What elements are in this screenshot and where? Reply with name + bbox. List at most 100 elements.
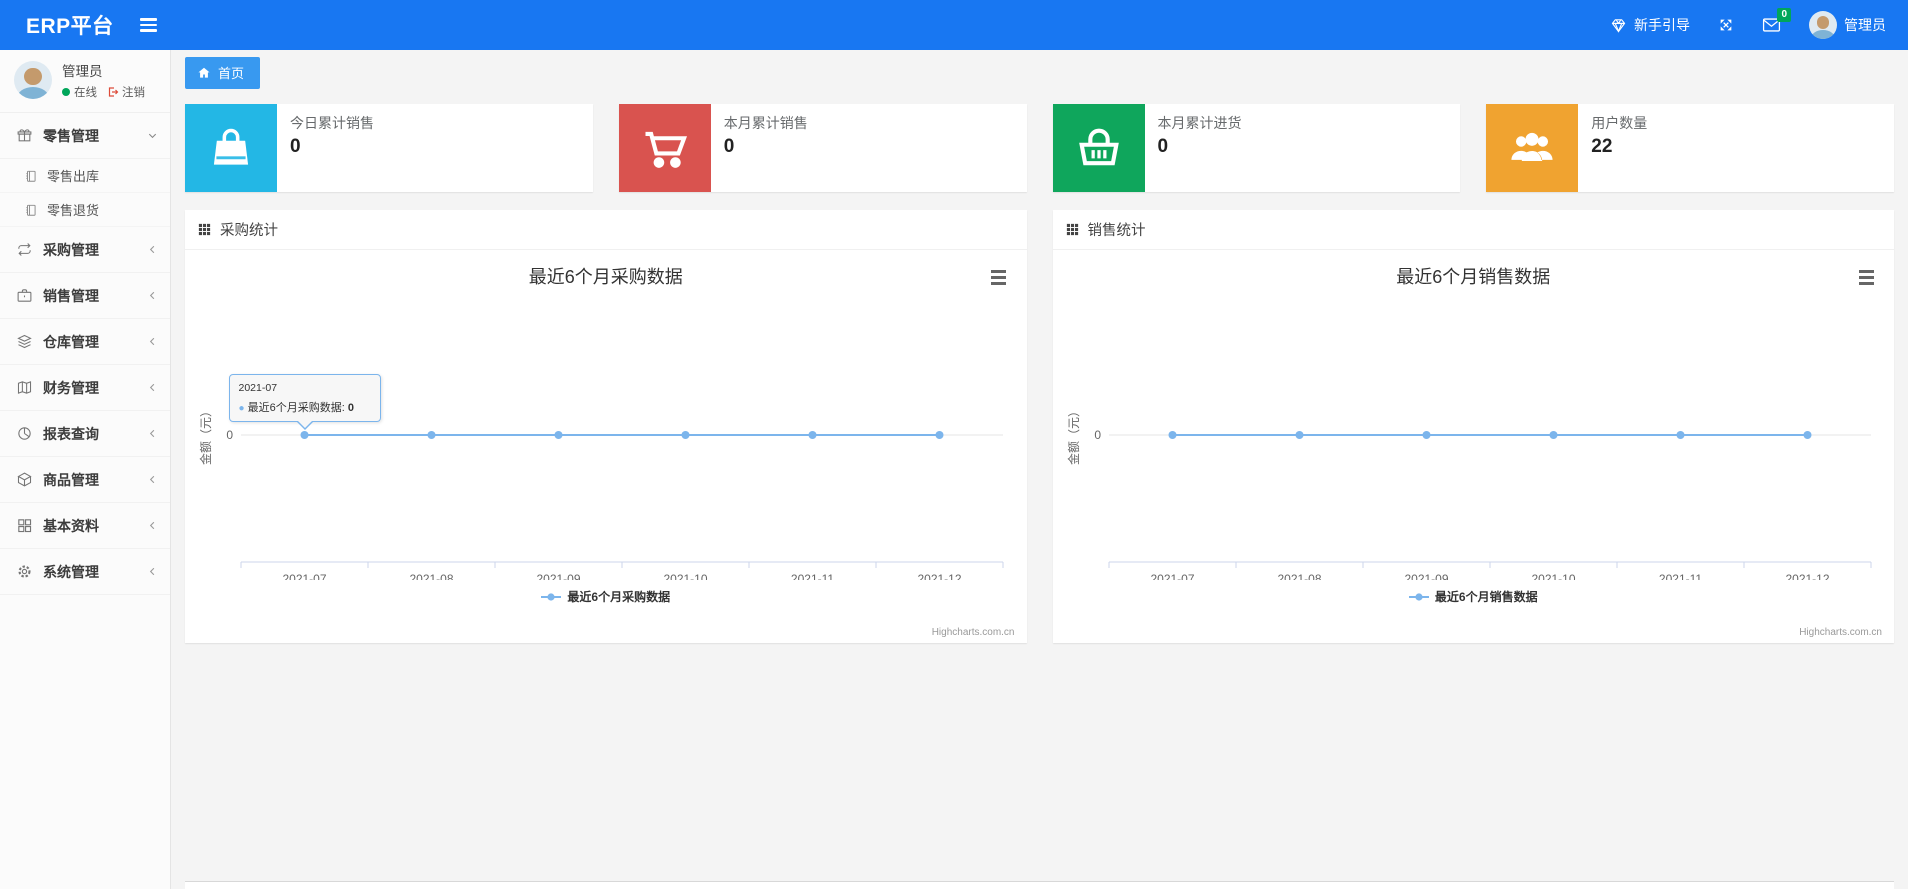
tooltip-value: 0: [347, 402, 354, 414]
chevron-left-icon: [149, 475, 155, 484]
sidebar-item-retail-return[interactable]: 零售退货: [0, 193, 170, 227]
stat-card-user-count: 用户数量 22: [1486, 104, 1894, 192]
shopping-basket-icon: [1078, 128, 1119, 166]
svg-text:2021-11: 2021-11: [791, 572, 834, 580]
sidebar-item-sales[interactable]: 销售管理: [0, 273, 170, 319]
stat-label: 本月累计销售: [723, 115, 808, 131]
logout-button[interactable]: 注销: [107, 84, 145, 100]
series-marker-dot: ●: [238, 403, 245, 414]
svg-text:2021-08: 2021-08: [1277, 572, 1321, 580]
chevron-down-icon: [148, 133, 157, 139]
repeat-icon: [18, 243, 31, 256]
sales-stats-panel: 销售统计 最近6个月销售数据 2021-07 2021-08 2021-09 2021…: [1052, 210, 1895, 643]
stat-label: 今日累计销售: [290, 115, 374, 131]
sidebar-user-name: 管理员: [62, 64, 103, 79]
legend-line-marker-icon: [541, 592, 562, 601]
sidebar: 管理员 在线 注销 零售管理 零售出库 零售退货 采购管理 销售管理 仓库管理 …: [0, 50, 171, 889]
panel-title: 采购统计: [220, 223, 278, 239]
sidebar-item-purchase[interactable]: 采购管理: [0, 227, 170, 273]
sign-out-icon: [108, 87, 119, 97]
purchase-chart: 最近6个月采购数据 2021-07 2021-08 2021-09 2021-10 20…: [185, 250, 1027, 643]
sidebar-item-basic-data[interactable]: 基本资料: [0, 503, 170, 549]
gift-icon: [17, 129, 32, 142]
legend-item[interactable]: 最近6个月采购数据: [185, 588, 1027, 605]
chevron-left-icon: [149, 383, 155, 392]
stat-card-month-sales: 本月累计销售 0: [618, 104, 1027, 192]
user-avatar: [1809, 11, 1837, 39]
chevron-left-icon: [149, 291, 155, 300]
stat-value: 22: [1591, 136, 1613, 157]
stat-cards-row: 今日累计销售 0 本月累计销售 0 本月累计进货 0 用户数量 22: [185, 104, 1894, 192]
guide-button[interactable]: 新手引导: [1596, 0, 1704, 50]
panel-title: 销售统计: [1087, 223, 1146, 239]
home-icon: [198, 67, 210, 78]
cube-icon: [17, 472, 32, 487]
pie-chart-icon: [18, 427, 31, 440]
stat-label: 用户数量: [1591, 115, 1648, 131]
sidebar-item-retail[interactable]: 零售管理: [0, 113, 170, 159]
sidebar-item-products[interactable]: 商品管理: [0, 457, 170, 503]
purchase-chart-plot[interactable]: 2021-07 2021-08 2021-09 2021-10 2021-11 2021-…: [195, 290, 1017, 586]
chevron-left-icon: [149, 337, 155, 346]
stat-value: 0: [723, 136, 735, 157]
svg-text:0: 0: [1094, 428, 1101, 442]
svg-text:金额（元）: 金额（元）: [1066, 405, 1081, 465]
tab-home[interactable]: 首页: [185, 57, 261, 89]
purchase-stats-panel: 采购统计 最近6个月采购数据 2021-07 2021-08 2021-09 2021…: [185, 210, 1027, 643]
th-grid-icon: [1066, 223, 1078, 236]
sidebar-item-warehouse[interactable]: 仓库管理: [0, 319, 170, 365]
chart-title: 最近6个月销售数据: [1396, 267, 1551, 287]
chevron-left-icon: [149, 429, 155, 438]
messages-button[interactable]: 0: [1748, 0, 1795, 50]
online-status-dot: [62, 88, 70, 96]
gear-icon: [18, 565, 31, 578]
footer-strip: [185, 881, 1894, 889]
users-icon: [1511, 132, 1553, 161]
legend-item[interactable]: 最近6个月销售数据: [1053, 588, 1895, 605]
notebook-icon: [26, 204, 36, 216]
fullscreen-button[interactable]: [1704, 0, 1748, 50]
sales-chart-plot[interactable]: 2021-07 2021-08 2021-09 2021-10 2021-11 2021-…: [1063, 290, 1885, 586]
svg-text:2021-12: 2021-12: [917, 572, 961, 580]
chart-tooltip: 2021-07 ● 最近6个月采购数据: 0: [228, 374, 381, 430]
stat-value: 0: [290, 136, 301, 157]
sidebar-item-system[interactable]: 系统管理: [0, 549, 170, 595]
envelope-icon: 0: [1762, 8, 1791, 33]
chart-title: 最近6个月采购数据: [528, 267, 683, 287]
highcharts-credits[interactable]: Highcharts.com.cn: [1799, 627, 1882, 638]
highcharts-credits[interactable]: Highcharts.com.cn: [932, 627, 1015, 638]
chevron-left-icon: [149, 567, 155, 576]
online-status-label: 在线: [74, 87, 97, 99]
stat-card-month-purchase: 本月累计进货 0: [1052, 104, 1461, 192]
stat-value: 0: [1157, 136, 1169, 157]
tooltip-date: 2021-07: [238, 382, 278, 394]
tooltip-series-label: 最近6个月采购数据:: [247, 402, 348, 414]
svg-text:2021-09: 2021-09: [536, 572, 580, 580]
gem-icon: [1610, 17, 1627, 34]
chevron-left-icon: [149, 245, 155, 254]
ledger-icon: [17, 381, 32, 394]
main-content: 首页 今日累计销售 0 本月累计销售 0 本月累计进货 0 用户数量 22 采购…: [171, 0, 1908, 889]
charts-row: 采购统计 最近6个月采购数据 2021-07 2021-08 2021-09 2021…: [185, 210, 1894, 643]
svg-text:2021-10: 2021-10: [1531, 572, 1575, 580]
shopping-bag-icon: [213, 128, 249, 165]
chart-context-menu-button[interactable]: [987, 266, 1011, 288]
retail-submenu: 零售出库 零售退货: [0, 159, 170, 227]
stat-label: 本月累计进货: [1157, 115, 1242, 131]
sidebar-item-finance[interactable]: 财务管理: [0, 365, 170, 411]
th-grid-icon: [198, 223, 211, 236]
svg-text:2021-07: 2021-07: [1150, 572, 1194, 580]
user-menu[interactable]: 管理员: [1795, 0, 1908, 50]
chart-context-menu-button[interactable]: [1854, 266, 1878, 288]
sidebar-toggle-button[interactable]: [139, 18, 157, 32]
sidebar-item-reports[interactable]: 报表查询: [0, 411, 170, 457]
top-navbar: ERP平台 新手引导 0 管理员: [0, 0, 1908, 50]
svg-text:2021-07: 2021-07: [282, 572, 326, 580]
layers-icon: [17, 334, 32, 349]
svg-text:2021-12: 2021-12: [1785, 572, 1829, 580]
svg-text:2021-09: 2021-09: [1404, 572, 1448, 580]
briefcase-icon: [17, 289, 32, 302]
svg-text:2021-08: 2021-08: [409, 572, 453, 580]
sidebar-item-retail-outbound[interactable]: 零售出库: [0, 159, 170, 193]
sidebar-menu: 零售管理 零售出库 零售退货 采购管理 销售管理 仓库管理 财务管理 报表查询 …: [0, 113, 170, 595]
